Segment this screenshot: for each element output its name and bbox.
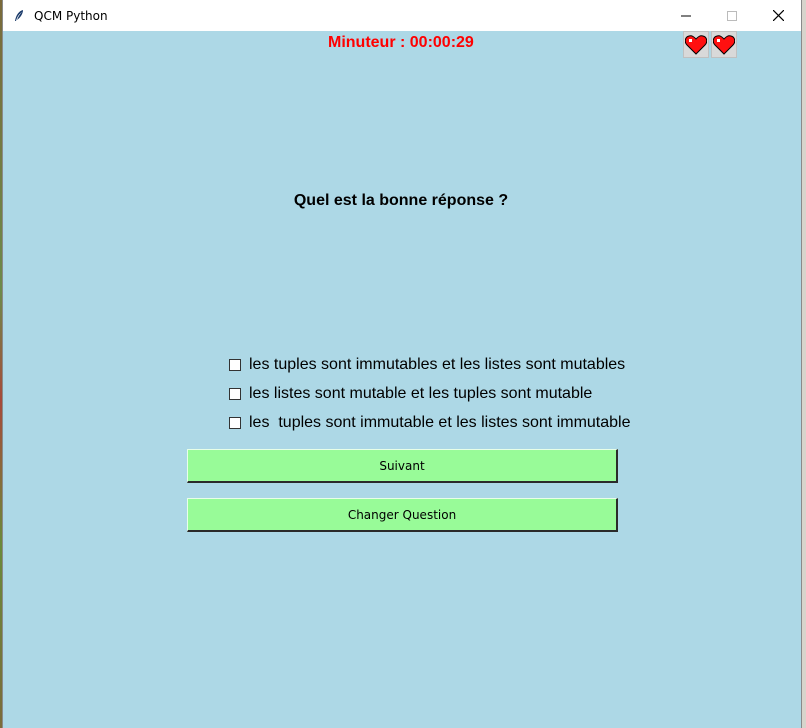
title-bar[interactable]: QCM Python [3,0,801,31]
close-button[interactable] [755,0,801,31]
answer-checkbox[interactable] [229,416,241,429]
heart-icon [683,31,709,58]
timer-text: Minuteur : 00:00:29 [328,34,474,51]
desktop-background-right [802,0,806,728]
change-question-button[interactable]: Changer Question [187,498,618,532]
answer-option[interactable]: les tuples sont immutable et les listes … [227,408,631,437]
app-window: QCM Python Minuteur : 00:00:29 Quel est … [2,0,802,728]
answer-checkbox[interactable] [229,358,241,371]
window-title: QCM Python [34,8,108,23]
answer-options: les tuples sont immutables et les listes… [227,350,631,437]
maximize-button[interactable] [709,0,755,31]
lives-indicator [683,31,737,58]
question-text: Quel est la bonne réponse ? [293,192,509,209]
answer-label: les listes sont mutable et les tuples so… [249,384,593,402]
next-button[interactable]: Suivant [187,449,618,483]
answer-option[interactable]: les listes sont mutable et les tuples so… [227,379,631,408]
minimize-button[interactable] [663,0,709,31]
feather-icon [11,8,27,24]
heart-icon [711,31,737,58]
answer-label: les tuples sont immutable et les listes … [249,413,631,431]
answer-checkbox[interactable] [229,387,241,400]
answer-option[interactable]: les tuples sont immutables et les listes… [227,350,631,379]
answer-label: les tuples sont immutables et les listes… [249,355,626,373]
window-controls [663,0,801,31]
